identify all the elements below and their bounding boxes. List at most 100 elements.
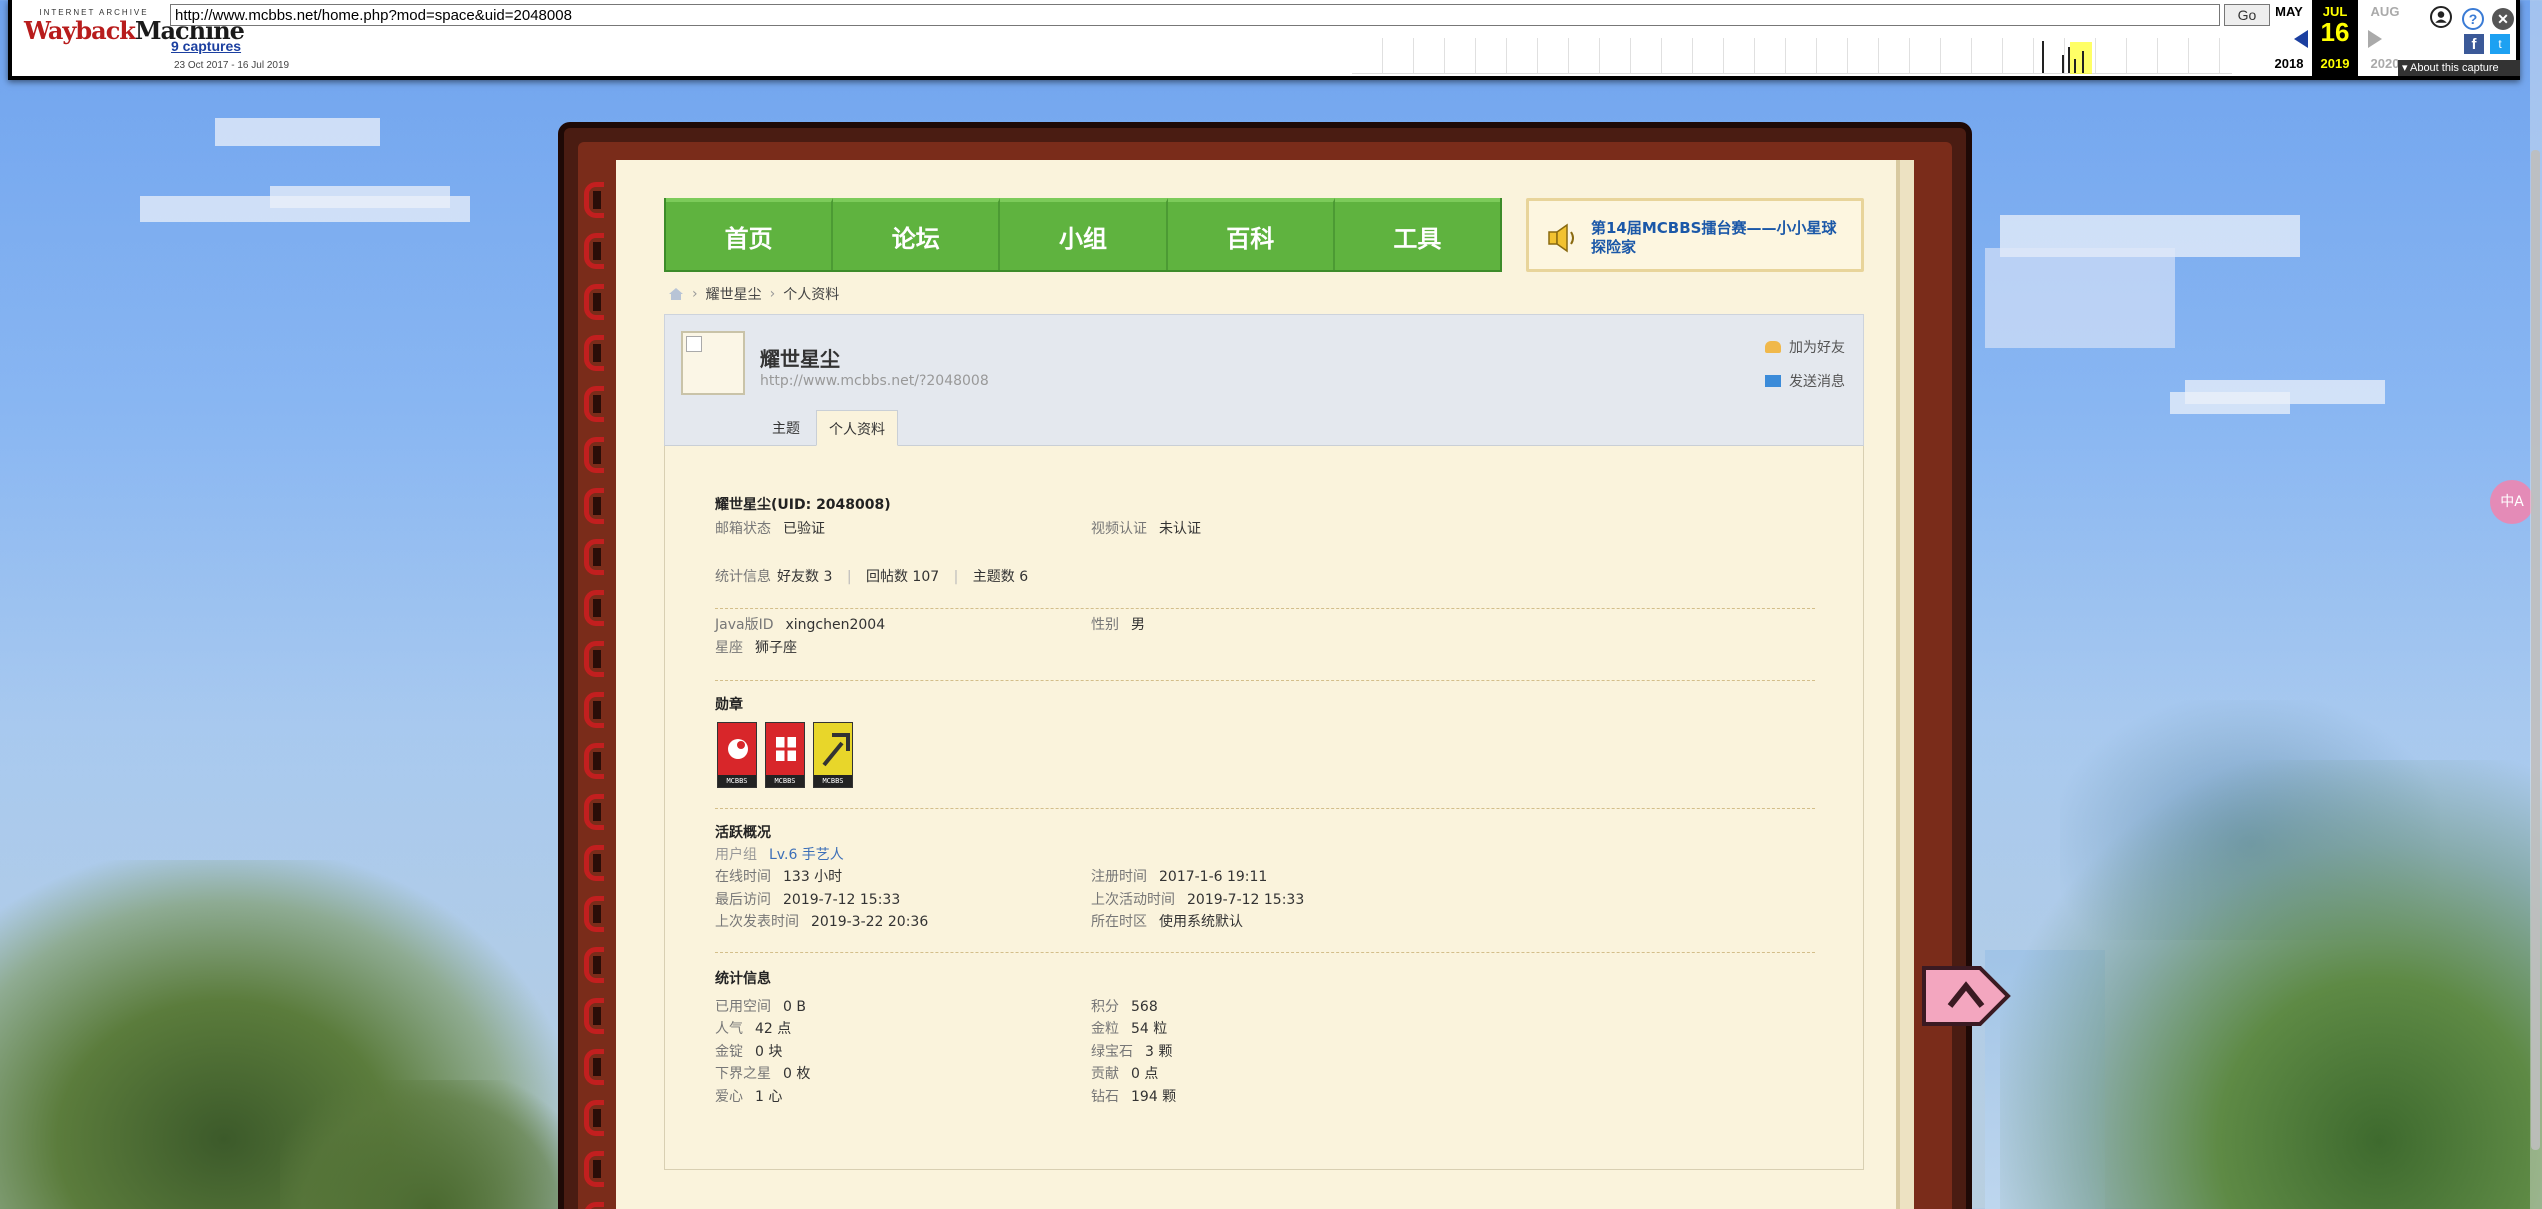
- points-label: 积分: [1091, 999, 1119, 1015]
- avatar[interactable]: [681, 331, 745, 395]
- tab-threads[interactable]: 主题: [760, 410, 812, 446]
- sparkline-bar: [2062, 55, 2064, 73]
- wayback-sparkline[interactable]: [1352, 38, 2232, 74]
- about-capture-button[interactable]: ▾ About this capture: [2398, 60, 2520, 76]
- wayback-captures-link[interactable]: 9 captures: [171, 38, 241, 54]
- nav-home[interactable]: 首页: [666, 198, 834, 270]
- background-trees-right: [2000, 760, 2542, 1209]
- medal-badge[interactable]: MCBBS: [717, 722, 757, 788]
- java-label: Java版ID: [715, 617, 774, 633]
- spiral-ring: [584, 845, 604, 881]
- medal-badge[interactable]: MCBBS: [813, 722, 853, 788]
- timezone-label: 所在时区: [1091, 914, 1147, 930]
- announcement-box[interactable]: 第14届MCBBS擂台赛——小小星球探险家: [1526, 198, 1864, 272]
- wayback-go-button[interactable]: Go: [2224, 4, 2270, 26]
- send-message-label: 发送消息: [1789, 374, 1845, 390]
- spiral-ring: [584, 641, 604, 677]
- spiral-ring: [584, 998, 604, 1034]
- twitter-icon[interactable]: t: [2490, 34, 2510, 54]
- stat-emerald: 绿宝石 3 颗: [1091, 1041, 1172, 1061]
- video-value: 未认证: [1159, 521, 1201, 537]
- year-prev-label: 2018: [2274, 56, 2304, 71]
- ingot-value: 0 块: [755, 1044, 783, 1060]
- love-value: 1 心: [755, 1089, 783, 1105]
- friends-count[interactable]: 好友数 3: [777, 569, 832, 585]
- add-friend-button[interactable]: 加为好友: [1765, 337, 1845, 357]
- space-label: 已用空间: [715, 999, 771, 1015]
- stat-points: 积分 568: [1091, 996, 1158, 1016]
- wayback-url-input[interactable]: [170, 4, 2220, 26]
- diamond-label: 钻石: [1091, 1089, 1119, 1105]
- wayback-logo[interactable]: INTERNET ARCHIVE WaybackMachine: [24, 8, 245, 60]
- home-icon[interactable]: [668, 287, 684, 301]
- stat-separator: |: [846, 569, 852, 585]
- breadcrumb-user[interactable]: 耀世星尘: [706, 284, 762, 304]
- help-icon[interactable]: ?: [2462, 8, 2484, 30]
- spiral-ring: [584, 182, 604, 218]
- stat-diamond: 钻石 194 颗: [1091, 1086, 1176, 1106]
- sparkline-bar: [2042, 41, 2044, 73]
- usergroup-label: 用户组: [715, 847, 757, 863]
- add-friend-icon: [1765, 341, 1781, 353]
- medal-caption: MCBBS: [814, 775, 852, 787]
- main-nav: 首页 论坛 小组 百科 工具: [664, 198, 1502, 272]
- cloud: [2170, 392, 2290, 414]
- email-status: 邮箱状态 已验证: [715, 518, 825, 538]
- spiral-ring: [584, 233, 604, 269]
- nav-tools[interactable]: 工具: [1334, 198, 1501, 270]
- online-label: 在线时间: [715, 869, 771, 885]
- java-id: Java版ID xingchen2004: [715, 614, 885, 634]
- stat-love: 爱心 1 心: [715, 1086, 782, 1106]
- online-value: 133 小时: [783, 869, 843, 885]
- announcement-link[interactable]: 第14届MCBBS擂台赛——小小星球探险家: [1591, 219, 1841, 257]
- close-icon[interactable]: ✕: [2492, 8, 2514, 30]
- scrollbar-thumb[interactable]: [2531, 150, 2540, 1150]
- send-message-button[interactable]: 发送消息: [1765, 371, 1845, 391]
- ingot-label: 金锭: [715, 1044, 743, 1060]
- replies-count[interactable]: 回帖数 107: [866, 569, 939, 585]
- cloud: [1985, 248, 2175, 348]
- gender: 性别男: [1091, 614, 1145, 634]
- profile-header: 耀世星尘 http://www.mcbbs.net/?2048008 加为好友 …: [664, 314, 1864, 446]
- popularity-label: 人气: [715, 1021, 743, 1037]
- back-to-top-button[interactable]: [1920, 962, 2012, 1030]
- gold-value: 54 粒: [1131, 1021, 1168, 1037]
- nav-forum[interactable]: 论坛: [833, 198, 1001, 270]
- breadcrumb-separator: ›: [692, 286, 698, 302]
- activity-title: 活跃概况: [715, 825, 771, 841]
- month-prev[interactable]: MAY 2018: [2266, 0, 2312, 71]
- medal-list: MCBBS MCBBS MCBBS: [717, 722, 853, 788]
- profile-url[interactable]: http://www.mcbbs.net/?2048008: [760, 373, 989, 389]
- emerald-label: 绿宝石: [1091, 1044, 1133, 1060]
- spiral-ring: [584, 1151, 604, 1187]
- last-visit: 最后访问 2019-7-12 15:33: [715, 889, 900, 909]
- threads-count[interactable]: 主题数 6: [973, 569, 1028, 585]
- profile-actions: 加为好友 发送消息: [1765, 337, 1845, 405]
- user-icon[interactable]: [2430, 6, 2452, 28]
- zodiac-label: 星座: [715, 640, 743, 656]
- medal-badge[interactable]: MCBBS: [765, 722, 805, 788]
- add-friend-label: 加为好友: [1789, 340, 1845, 356]
- nav-wiki[interactable]: 百科: [1167, 198, 1335, 270]
- tab-profile[interactable]: 个人资料: [816, 410, 898, 446]
- spiral-ring: [584, 692, 604, 728]
- facebook-icon[interactable]: f: [2464, 34, 2484, 54]
- space-value: 0 B: [783, 999, 806, 1015]
- nav-groups[interactable]: 小组: [1000, 198, 1168, 270]
- medal-sphere-icon: [728, 739, 748, 759]
- stat-contribution: 贡献 0 点: [1091, 1063, 1158, 1083]
- wayback-logo-text: WaybackMachine: [24, 17, 245, 45]
- usergroup-link[interactable]: Lv.6 手艺人: [769, 847, 844, 863]
- breadcrumb-profile[interactable]: 个人资料: [783, 284, 839, 304]
- wayback-toolbar: INTERNET ARCHIVE WaybackMachine Go 9 cap…: [8, 0, 2520, 80]
- lastpost-value: 2019-3-22 20:36: [811, 914, 929, 930]
- last-active: 上次活动时间 2019-7-12 15:33: [1091, 889, 1304, 909]
- spiral-ring: [584, 437, 604, 473]
- wayback-date-range: 23 Oct 2017 - 16 Jul 2019: [174, 60, 290, 71]
- lastactive-value: 2019-7-12 15:33: [1187, 892, 1305, 908]
- spiral-ring: [584, 488, 604, 524]
- divider: [715, 608, 1815, 609]
- translate-button[interactable]: 中A: [2490, 480, 2534, 524]
- email-value: 已验证: [783, 521, 825, 537]
- medals-title: 勋章: [715, 697, 743, 713]
